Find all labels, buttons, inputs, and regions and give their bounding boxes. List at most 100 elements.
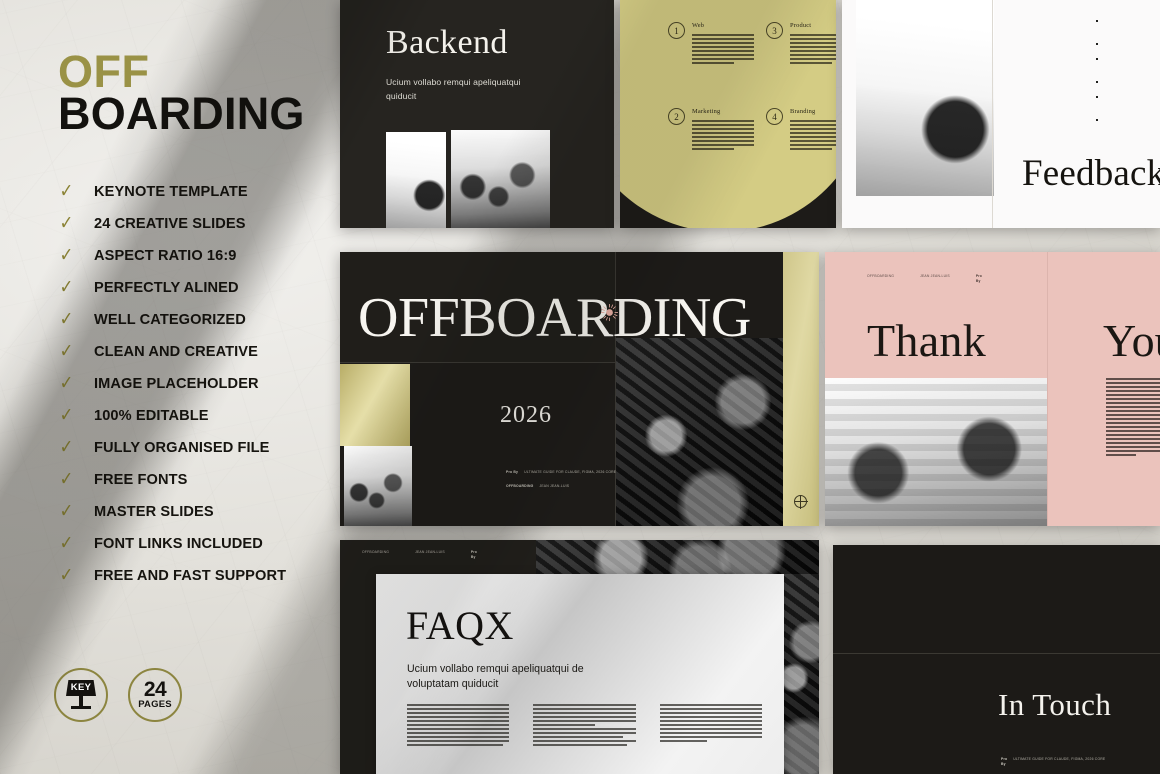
left-info-panel: OFF BOARDING ✓ KEYNOTE TEMPLATE ✓ 24 CRE…	[0, 0, 340, 774]
feature-list-item: ✓ FREE FONTS	[58, 465, 340, 494]
diagram-heading: Web	[692, 22, 705, 29]
thankyou-photo	[825, 378, 1047, 526]
feedback-bullet-item	[1096, 117, 1158, 123]
feature-list-item: ✓ 24 CREATIVE SLIDES	[58, 209, 340, 238]
diagram-body: Product	[790, 22, 836, 64]
faq-column	[533, 704, 636, 746]
feature-label: FREE AND FAST SUPPORT	[94, 567, 287, 584]
diagram-item-3: 3 Product	[766, 22, 836, 64]
feedback-bullet-item	[1096, 94, 1158, 108]
feature-list-item: ✓ 100% EDITABLE	[58, 401, 340, 430]
feedback-bullet-item	[1096, 56, 1158, 70]
slide-circle-diagram[interactable]: 1 Web 2 Marketing 3 Product 4 Branding	[620, 0, 836, 228]
diagram-body: Branding	[790, 108, 836, 150]
feature-list-item: ✓ PERFECTLY ALINED	[58, 273, 340, 302]
slide-feedback[interactable]: Feedback	[842, 0, 1160, 228]
faq-right-photo	[783, 574, 819, 774]
faq-header-item: JEAN JEAN-LUIS	[415, 550, 445, 554]
feedback-bullet-item	[1096, 41, 1158, 47]
faq-header-item: Pro By	[470, 550, 478, 559]
thankyou-body-text	[1106, 378, 1160, 456]
thankyou-divider	[1047, 252, 1048, 526]
pages-badge: 24 PAGES	[128, 668, 182, 722]
bullet-dot-icon	[1096, 81, 1098, 83]
globe-crosshair-icon	[794, 495, 808, 509]
faq-column	[407, 704, 510, 746]
feedback-bullet-list	[1096, 18, 1158, 132]
slide-thank-you[interactable]: OFFBOARDING JEAN JEAN-LUIS Pro By Thank …	[825, 252, 1160, 526]
hero-caption-value: ULTIMATE GUIDE FOR CLAUDE, FIGMA, 2026 C…	[524, 470, 617, 474]
check-icon: ✓	[59, 469, 74, 491]
slide-faqx[interactable]: OFFBOARDING JEAN JEAN-LUIS Pro By FAQX U…	[340, 540, 819, 774]
check-icon: ✓	[59, 565, 74, 587]
brand-title-line1: OFF	[58, 46, 150, 97]
hero-caption-label: Pro By	[506, 470, 519, 474]
check-icon: ✓	[59, 373, 74, 395]
backend-photo-left	[386, 132, 446, 228]
backend-title: Backend	[386, 24, 508, 61]
brand-title-line2: BOARDING	[58, 87, 305, 139]
faq-subtitle: Ucium vollabo remqui apeliquatqui de vol…	[407, 663, 584, 691]
thankyou-header-item: OFFBOARDING	[867, 274, 895, 278]
keynote-podium-base	[71, 706, 91, 709]
check-icon: ✓	[59, 213, 74, 235]
bullet-dot-icon	[1096, 58, 1098, 60]
feature-label: KEYNOTE TEMPLATE	[94, 183, 248, 200]
check-icon: ✓	[59, 181, 74, 203]
feature-list-item: ✓ WELL CATEGORIZED	[58, 305, 340, 334]
intouch-title: In Touch	[998, 687, 1112, 722]
bullet-dot-icon	[1096, 43, 1098, 45]
feature-label: 100% EDITABLE	[94, 407, 209, 424]
check-icon: ✓	[59, 405, 74, 427]
diagram-item-4: 4 Branding	[766, 108, 836, 150]
backend-subtitle: Ucium vollabo remqui apeliquatqui quiduc…	[386, 77, 521, 101]
check-icon: ✓	[59, 277, 74, 299]
faq-text-columns	[407, 704, 762, 746]
backend-photo-right	[451, 130, 550, 228]
bullet-dot-icon	[1096, 119, 1098, 121]
feature-list-item: ✓ FONT LINKS INCLUDED	[58, 529, 340, 558]
pages-badge-unit: PAGES	[138, 699, 172, 711]
intouch-caption-value: ULTIMATE GUIDE FOR CLAUDE, FIGMA, 2026 C…	[1013, 757, 1106, 761]
diagram-lorem-lines	[692, 34, 754, 64]
feature-list-item: ✓ KEYNOTE TEMPLATE	[58, 177, 340, 206]
intouch-caption-label: Pro By	[1001, 757, 1008, 766]
feature-list: ✓ KEYNOTE TEMPLATE ✓ 24 CREATIVE SLIDES …	[58, 177, 340, 590]
thankyou-header-item: Pro By	[975, 274, 983, 283]
hero-caption-row-2: OFFBOARDING JEAN JEAN-LUIS	[506, 484, 569, 489]
hero-caption-row-1: Pro By ULTIMATE GUIDE FOR CLAUDE, FIGMA,…	[506, 470, 616, 475]
feature-list-item: ✓ ASPECT RATIO 16:9	[58, 241, 340, 270]
faq-header: OFFBOARDING JEAN JEAN-LUIS Pro By	[362, 550, 477, 560]
hero-gold-bar	[783, 252, 819, 526]
intouch-divider	[833, 653, 1160, 654]
hero-caption-label: OFFBOARDING	[506, 484, 534, 488]
starburst-ornament	[601, 304, 618, 321]
keynote-badge: KEY	[54, 668, 108, 722]
feedback-photo	[856, 0, 994, 196]
check-icon: ✓	[59, 341, 74, 363]
hero-year: 2026	[500, 402, 552, 428]
feature-label: CLEAN AND CREATIVE	[94, 343, 258, 360]
slide-in-touch[interactable]: In Touch Pro By ULTIMATE GUIDE FOR CLAUD…	[833, 545, 1160, 774]
preview-canvas: OFF BOARDING ✓ KEYNOTE TEMPLATE ✓ 24 CRE…	[0, 0, 1160, 774]
check-icon: ✓	[59, 245, 74, 267]
faq-title: FAQX	[406, 603, 514, 648]
feature-label: FREE FONTS	[94, 471, 188, 488]
check-icon: ✓	[59, 533, 74, 555]
diagram-lorem-lines	[692, 120, 754, 150]
slide-hero-offboarding[interactable]: OFFBOARDING 2026 Pro By ULTIMATE GUIDE F…	[340, 252, 819, 526]
feedback-bullet-item	[1096, 18, 1158, 32]
feature-label: MASTER SLIDES	[94, 503, 214, 520]
feedback-divider	[992, 0, 993, 228]
diagram-heading: Marketing	[692, 108, 721, 115]
diagram-number: 1	[668, 22, 685, 39]
feature-list-item: ✓ IMAGE PLACEHOLDER	[58, 369, 340, 398]
hero-gold-square	[340, 364, 410, 446]
faq-header-item: OFFBOARDING	[362, 550, 390, 554]
hero-horizontal-rule	[340, 362, 615, 363]
pages-badge-count: 24	[143, 677, 167, 701]
bullet-dot-icon	[1096, 20, 1098, 22]
faq-column	[659, 704, 762, 746]
thankyou-header: OFFBOARDING JEAN JEAN-LUIS Pro By	[867, 274, 982, 284]
slide-backend[interactable]: Backend Ucium vollabo remqui apeliquatqu…	[340, 0, 614, 228]
